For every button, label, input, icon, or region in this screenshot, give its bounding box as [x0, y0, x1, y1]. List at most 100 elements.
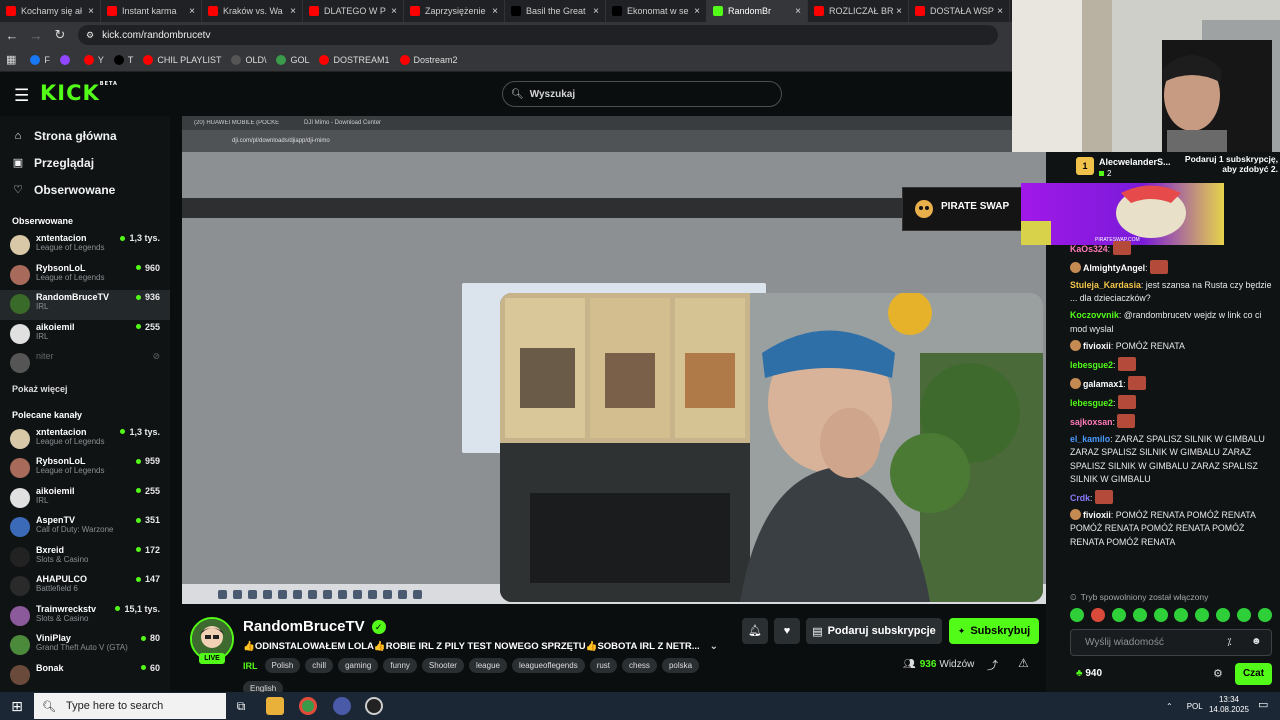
chat-username[interactable]: el_kamilo: [1070, 434, 1110, 444]
language-indicator[interactable]: POL: [1187, 702, 1203, 711]
bookmark-item[interactable]: Y: [83, 54, 104, 65]
chat-username[interactable]: Crdk: [1070, 493, 1090, 503]
sidebar-channel[interactable]: xntentacion League of Legends 1,3 tys.: [0, 425, 170, 455]
app-icon[interactable]: [333, 697, 351, 715]
pirate-swap-ad-left[interactable]: PIRATE SWAP: [902, 187, 1022, 231]
task-view-icon[interactable]: ⧉: [232, 697, 250, 715]
browser-tab[interactable]: DOSTAŁA WSP ×: [909, 0, 1010, 22]
chat-username[interactable]: lebesgue2: [1070, 360, 1113, 370]
close-icon[interactable]: ×: [189, 6, 195, 17]
chat-settings-icon[interactable]: ⚙: [1213, 667, 1223, 680]
stream-tag[interactable]: league: [468, 658, 507, 673]
browser-tab[interactable]: Ekonomat w se ×: [606, 0, 707, 22]
close-icon[interactable]: ×: [492, 6, 498, 17]
emote-button[interactable]: [1153, 608, 1168, 622]
forward-arrow-icon[interactable]: →: [24, 28, 48, 43]
kick-logo[interactable]: KICKBETA: [40, 81, 118, 105]
stream-tag[interactable]: polska: [661, 658, 700, 673]
stream-tag[interactable]: rust: [589, 658, 618, 673]
browser-tab[interactable]: ROZLICZAŁ BR ×: [808, 0, 909, 22]
close-icon[interactable]: ×: [290, 6, 296, 17]
sidebar-nav-item[interactable]: ⌂ Strona główna: [0, 122, 170, 149]
stream-category[interactable]: IRL: [243, 661, 258, 671]
close-icon[interactable]: ×: [391, 6, 397, 17]
chat-username[interactable]: fivioxii: [1083, 341, 1111, 351]
chat-username[interactable]: galamax1: [1083, 379, 1123, 389]
chat-username[interactable]: Koczovvnik: [1070, 310, 1119, 320]
browser-tab[interactable]: Basil the Great ×: [505, 0, 606, 22]
sidebar-channel[interactable]: aikoiemil IRL 255: [0, 484, 170, 514]
browser-tab[interactable]: DLATEGO W P ×: [303, 0, 404, 22]
bookmark-item[interactable]: T: [113, 54, 133, 65]
gift-cta[interactable]: Podaruj 1 subskrypcję, aby zdobyć 2.: [1178, 154, 1278, 174]
browser-tab[interactable]: RandomBr ×: [707, 0, 808, 22]
subscribe-button[interactable]: ✦ Subskrybuj: [949, 618, 1039, 644]
sidebar-channel[interactable]: aikoiemil IRL 255: [0, 320, 170, 350]
chat-username[interactable]: Stuleja_Kardasia: [1070, 280, 1141, 290]
bookmark-item[interactable]: OLD\: [231, 54, 266, 65]
sidebar-nav-item[interactable]: ♡ Obserwowane: [0, 176, 170, 203]
close-icon[interactable]: ×: [88, 6, 94, 17]
browser-tab[interactable]: Instant karma ×: [101, 0, 202, 22]
emote-button[interactable]: [1090, 608, 1105, 622]
sidebar-channel[interactable]: niter ⊘: [0, 349, 170, 379]
chat-username[interactable]: lebesgue2: [1070, 398, 1113, 408]
chat-username[interactable]: sajkoxsan: [1070, 417, 1113, 427]
notification-bell-button[interactable]: 🔔︎: [742, 618, 768, 644]
stream-tag[interactable]: leagueoflegends: [511, 658, 585, 673]
chat-send-button[interactable]: Czat: [1235, 663, 1272, 685]
emote-button[interactable]: [1070, 608, 1084, 622]
file-explorer-icon[interactable]: [266, 697, 284, 715]
chat-username[interactable]: AlmightyAngel: [1083, 263, 1145, 273]
pirate-swap-ad-right[interactable]: PIRATESWAP.COM: [1021, 183, 1224, 245]
site-info-icon[interactable]: ⚙: [86, 30, 94, 41]
bookmark-item[interactable]: CHIL PLAYLIST: [143, 54, 221, 65]
stream-tag[interactable]: funny: [383, 658, 417, 673]
streamer-name[interactable]: RandomBruceTV ✓: [243, 618, 386, 635]
top-gifter-name[interactable]: AlecwelanderS...: [1099, 157, 1171, 167]
emote-button[interactable]: [1237, 608, 1251, 622]
apps-grid-icon[interactable]: ▦: [6, 53, 16, 66]
sidebar-channel[interactable]: Trainwreckstv Slots & Casino 15,1 tys.: [0, 602, 170, 632]
follow-button[interactable]: ♥: [774, 618, 800, 644]
sidebar-nav-item[interactable]: ▣ Przeglądaj: [0, 149, 170, 176]
close-icon[interactable]: ×: [795, 6, 801, 17]
hamburger-menu-icon[interactable]: ☰: [14, 86, 29, 106]
channel-points[interactable]: ♣ 940: [1076, 668, 1102, 679]
back-arrow-icon[interactable]: ←: [0, 28, 24, 43]
bookmark-item[interactable]: DOSTREAM1: [319, 54, 390, 65]
browser-tab[interactable]: Zaprzysiężenie ×: [404, 0, 505, 22]
bookmark-item[interactable]: [59, 54, 74, 65]
close-icon[interactable]: ×: [694, 6, 700, 17]
emote-button[interactable]: [1216, 608, 1231, 622]
app-icon[interactable]: [365, 697, 383, 715]
chrome-icon[interactable]: [299, 697, 317, 715]
browser-tab[interactable]: Kochamy się ał ×: [0, 0, 101, 22]
command-icon[interactable]: ⁒: [1227, 637, 1232, 648]
sidebar-channel[interactable]: RandomBruceTV IRL 936: [0, 290, 170, 320]
taskbar-search-input[interactable]: 🔍︎ Type here to search: [34, 693, 226, 719]
close-icon[interactable]: ×: [997, 6, 1003, 17]
close-icon[interactable]: ×: [593, 6, 599, 17]
search-input[interactable]: 🔍︎ Wyszukaj: [502, 81, 782, 107]
chat-input[interactable]: Wyślij wiadomość ⁒ ☻: [1070, 629, 1272, 656]
sidebar-channel[interactable]: AspenTV Call of Duty: Warzone 351: [0, 513, 170, 543]
chat-username[interactable]: KaOs324: [1070, 244, 1108, 254]
show-more-button[interactable]: Pokaż więcej: [0, 379, 170, 399]
chevron-down-icon[interactable]: ⌄: [710, 641, 718, 652]
bookmark-item[interactable]: Dostream2: [399, 54, 458, 65]
bookmark-item[interactable]: GOL: [276, 54, 309, 65]
stream-tag[interactable]: chill: [305, 658, 334, 673]
windows-start-icon[interactable]: ⊞: [0, 692, 34, 720]
chat-username[interactable]: fivioxii: [1083, 510, 1111, 520]
report-icon[interactable]: ⚠: [1018, 656, 1029, 670]
tray-chevron-up-icon[interactable]: ⌃: [1166, 702, 1173, 711]
taskbar-clock[interactable]: 13:34 14.08.2025: [1206, 695, 1252, 715]
gift-subscription-button[interactable]: ▤ Podaruj subskrypcje: [806, 618, 942, 644]
sidebar-channel[interactable]: xntentacion League of Legends 1,3 tys.: [0, 231, 170, 261]
sidebar-channel[interactable]: Bonak 60: [0, 661, 170, 691]
stream-tag[interactable]: chess: [622, 658, 657, 673]
emote-button[interactable]: [1111, 608, 1126, 622]
emote-button[interactable]: [1195, 608, 1210, 622]
reload-icon[interactable]: ↻: [48, 27, 72, 43]
